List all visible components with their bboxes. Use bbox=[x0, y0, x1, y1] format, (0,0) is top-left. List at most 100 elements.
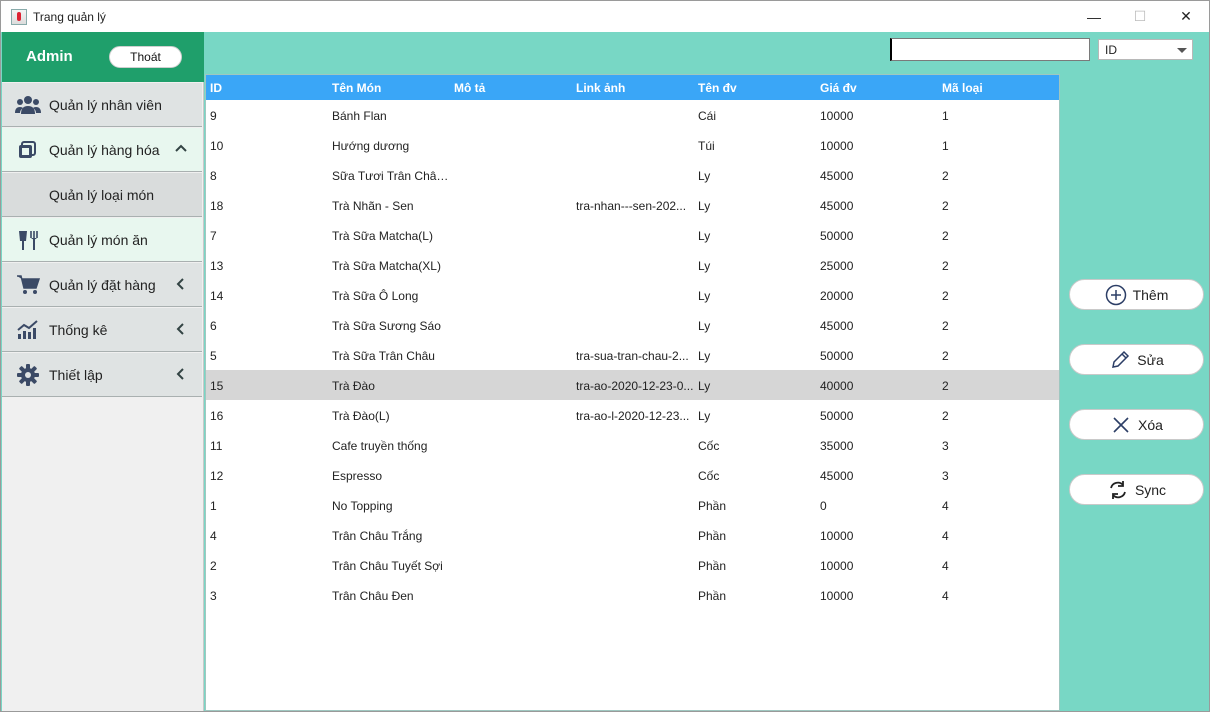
cell-price: 10000 bbox=[820, 529, 854, 543]
column-header-image-link[interactable]: Link ảnh bbox=[576, 81, 694, 95]
table-row[interactable]: 10 Hướng dương Túi 10000 1 bbox=[206, 130, 1059, 160]
chart-icon bbox=[14, 318, 42, 342]
cell-id: 2 bbox=[210, 559, 217, 573]
cell-category-id: 3 bbox=[942, 469, 949, 483]
cell-category-id: 2 bbox=[942, 319, 949, 333]
cell-unit: Ly bbox=[698, 349, 711, 363]
cell-category-id: 2 bbox=[942, 199, 949, 213]
sidebar-item-dishes[interactable]: Quản lý món ăn bbox=[2, 218, 202, 262]
table-row[interactable]: 15 Trà Đào tra-ao-2020-12-23-0... Ly 40000 2 bbox=[206, 370, 1059, 400]
cell-image-link: tra-nhan---sen-202... bbox=[576, 199, 687, 213]
cell-unit: Ly bbox=[698, 169, 711, 183]
column-header-price[interactable]: Giá đv bbox=[820, 81, 938, 95]
cell-id: 10 bbox=[210, 139, 224, 153]
cell-price: 45000 bbox=[820, 169, 854, 183]
sync-icon bbox=[1107, 479, 1129, 501]
cell-unit: Phần bbox=[698, 559, 727, 573]
cell-name: Trân Châu Tuyết Sợi bbox=[332, 559, 443, 573]
cell-name: Trà Sữa Trân Châu bbox=[332, 349, 435, 363]
table-row[interactable]: 7 Trà Sữa Matcha(L) Ly 50000 2 bbox=[206, 220, 1059, 250]
cell-price: 45000 bbox=[820, 199, 854, 213]
sidebar-item-label: Thiết lập bbox=[49, 366, 103, 383]
cell-price: 0 bbox=[820, 499, 827, 513]
logout-button[interactable]: Thoát bbox=[109, 46, 182, 68]
sync-button[interactable]: Sync bbox=[1069, 474, 1204, 505]
cell-name: Espresso bbox=[332, 469, 383, 483]
sidebar-item-label: Quản lý hàng hóa bbox=[49, 141, 160, 158]
cell-category-id: 2 bbox=[942, 169, 949, 183]
dishes-table: ID Tên Món Mô tả Link ảnh Tên đv Giá đv … bbox=[205, 74, 1060, 711]
column-header-id[interactable]: ID bbox=[210, 81, 320, 95]
sidebar: Admin Thoát Quản lý nhân viên Quản lý hà… bbox=[2, 32, 204, 711]
chevron-down-icon bbox=[1177, 48, 1187, 53]
table-row[interactable]: 5 Trà Sữa Trân Châu tra-sua-tran-chau-2...… bbox=[206, 340, 1059, 370]
table-header: ID Tên Món Mô tả Link ảnh Tên đv Giá đv … bbox=[206, 75, 1059, 100]
cell-id: 4 bbox=[210, 529, 217, 543]
maximize-button[interactable]: ☐ bbox=[1117, 1, 1163, 32]
cell-unit: Túi bbox=[698, 139, 715, 153]
cell-name: Trà Nhãn - Sen bbox=[332, 199, 414, 213]
cell-unit: Ly bbox=[698, 409, 711, 423]
chevron-left-icon bbox=[174, 320, 188, 338]
cell-name: Trân Châu Đen bbox=[332, 589, 414, 603]
cell-name: Trà Sữa Matcha(XL) bbox=[332, 259, 441, 273]
table-row[interactable]: 13 Trà Sữa Matcha(XL) Ly 25000 2 bbox=[206, 250, 1059, 280]
cell-category-id: 2 bbox=[942, 289, 949, 303]
sidebar-item-goods[interactable]: Quản lý hàng hóa bbox=[2, 128, 202, 172]
plus-circle-icon bbox=[1105, 284, 1127, 306]
minimize-button[interactable]: — bbox=[1071, 1, 1117, 32]
cell-id: 6 bbox=[210, 319, 217, 333]
cell-name: Hướng dương bbox=[332, 139, 410, 153]
search-input[interactable] bbox=[890, 38, 1090, 61]
cell-category-id: 4 bbox=[942, 559, 949, 573]
cell-unit: Cốc bbox=[698, 439, 720, 453]
table-row[interactable]: 3 Trân Châu Đen Phần 10000 4 bbox=[206, 580, 1059, 610]
cell-price: 10000 bbox=[820, 589, 854, 603]
table-row[interactable]: 9 Bánh Flan Cái 10000 1 bbox=[206, 100, 1059, 130]
delete-button[interactable]: Xóa bbox=[1069, 409, 1204, 440]
table-row[interactable]: 8 Sữa Tươi Trân Châu ... Ly 45000 2 bbox=[206, 160, 1059, 190]
app-window: Trang quản lý — ☐ ✕ Admin Thoát Quản lý … bbox=[0, 0, 1210, 712]
search-filter-value: ID bbox=[1105, 42, 1117, 57]
table-row[interactable]: 18 Trà Nhãn - Sen tra-nhan---sen-202... Ly 4… bbox=[206, 190, 1059, 220]
users-icon bbox=[14, 93, 42, 117]
sidebar-item-categories[interactable]: Quản lý loại món bbox=[2, 173, 202, 217]
sidebar-item-employees[interactable]: Quản lý nhân viên bbox=[2, 83, 202, 127]
close-button[interactable]: ✕ bbox=[1163, 1, 1209, 32]
edit-button[interactable]: Sửa bbox=[1069, 344, 1204, 375]
sidebar-item-label: Quản lý đặt hàng bbox=[49, 276, 156, 293]
sidebar-item-settings[interactable]: Thiết lập bbox=[2, 353, 202, 397]
cell-price: 10000 bbox=[820, 139, 854, 153]
cell-name: Trà Sữa Matcha(L) bbox=[332, 229, 433, 243]
cell-unit: Ly bbox=[698, 319, 711, 333]
column-header-unit[interactable]: Tên đv bbox=[698, 81, 816, 95]
cell-unit: Cốc bbox=[698, 469, 720, 483]
cell-id: 15 bbox=[210, 379, 224, 393]
cell-name: Bánh Flan bbox=[332, 109, 387, 123]
table-row[interactable]: 4 Trân Châu Trắng Phần 10000 4 bbox=[206, 520, 1059, 550]
column-header-description[interactable]: Mô tả bbox=[454, 81, 572, 95]
table-row[interactable]: 14 Trà Sữa Ô Long Ly 20000 2 bbox=[206, 280, 1059, 310]
table-row[interactable]: 6 Trà Sữa Sương Sáo Ly 45000 2 bbox=[206, 310, 1059, 340]
add-button[interactable]: Thêm bbox=[1069, 279, 1204, 310]
sidebar-item-orders[interactable]: Quản lý đặt hàng bbox=[2, 263, 202, 307]
cell-image-link: tra-sua-tran-chau-2... bbox=[576, 349, 689, 363]
table-row[interactable]: 12 Espresso Cốc 45000 3 bbox=[206, 460, 1059, 490]
gear-icon bbox=[14, 363, 42, 387]
sidebar-item-label: Quản lý loại món bbox=[49, 186, 155, 203]
search-filter-select[interactable]: ID bbox=[1098, 39, 1193, 60]
column-header-name[interactable]: Tên Món bbox=[332, 81, 450, 95]
cell-unit: Ly bbox=[698, 379, 711, 393]
column-header-category-id[interactable]: Mã loại bbox=[942, 81, 1052, 95]
cell-unit: Ly bbox=[698, 259, 711, 273]
table-row[interactable]: 1 No Topping Phần 0 4 bbox=[206, 490, 1059, 520]
cell-id: 5 bbox=[210, 349, 217, 363]
table-row[interactable]: 16 Trà Đào(L) tra-ao-l-2020-12-23... Ly 5000… bbox=[206, 400, 1059, 430]
table-row[interactable]: 2 Trân Châu Tuyết Sợi Phần 10000 4 bbox=[206, 550, 1059, 580]
sidebar-item-statistics[interactable]: Thống kê bbox=[2, 308, 202, 352]
table-row[interactable]: 11 Cafe truyền thống Cốc 35000 3 bbox=[206, 430, 1059, 460]
cell-category-id: 1 bbox=[942, 139, 949, 153]
cell-name: Trà Đào(L) bbox=[332, 409, 390, 423]
cell-category-id: 2 bbox=[942, 349, 949, 363]
cell-unit: Ly bbox=[698, 289, 711, 303]
